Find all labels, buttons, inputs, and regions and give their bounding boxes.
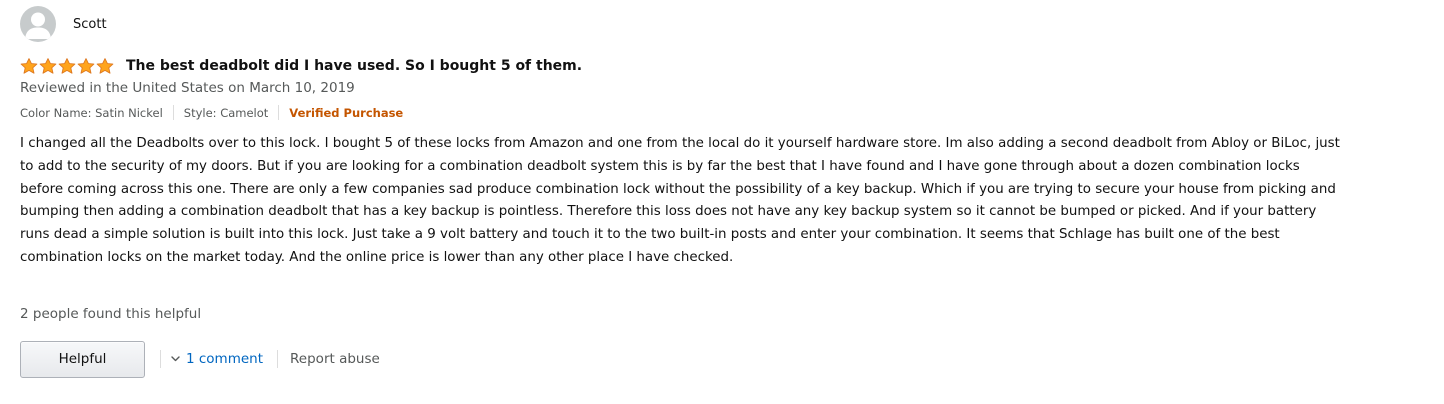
star-rating[interactable]	[20, 58, 115, 74]
review-body: I changed all the Deadbolts over to this…	[20, 136, 1340, 265]
review-actions: Helpful 1 comment Report abuse	[20, 340, 380, 378]
reviewer-name[interactable]: Scott	[73, 17, 107, 32]
helpful-button[interactable]: Helpful	[20, 340, 145, 378]
star-icon	[77, 58, 95, 74]
divider	[160, 350, 161, 368]
star-icon	[58, 58, 76, 74]
star-icon	[96, 58, 114, 74]
star-icon	[39, 58, 57, 74]
style-name: Style: Camelot	[183, 105, 269, 120]
reviewer-profile[interactable]: Scott	[20, 5, 107, 43]
chevron-down-icon	[171, 356, 180, 362]
helpful-count: 2 people found this helpful	[20, 306, 202, 322]
avatar-silhouette	[25, 12, 51, 39]
comments-label[interactable]: 1 comment	[186, 351, 263, 367]
verified-purchase-badge: Verified Purchase	[289, 105, 404, 120]
color-name[interactable]: Color Name: Satin Nickel	[20, 106, 163, 120]
review-title-row: The best deadbolt did I have used. So I …	[20, 56, 582, 76]
divider	[277, 350, 279, 368]
review-title[interactable]: The best deadbolt did I have used. So I …	[126, 58, 582, 74]
divider	[278, 105, 280, 120]
divider	[172, 105, 174, 120]
star-icon	[20, 58, 38, 74]
comments-link[interactable]: 1 comment	[171, 351, 263, 367]
report-abuse-link[interactable]: Report abuse	[290, 351, 380, 367]
review-date: Reviewed in the United States on March 1…	[20, 80, 355, 96]
default-user-avatar-icon[interactable]	[20, 6, 56, 42]
review-format-strip: Color Name: Satin Nickel Style: Camelot …	[20, 104, 403, 121]
